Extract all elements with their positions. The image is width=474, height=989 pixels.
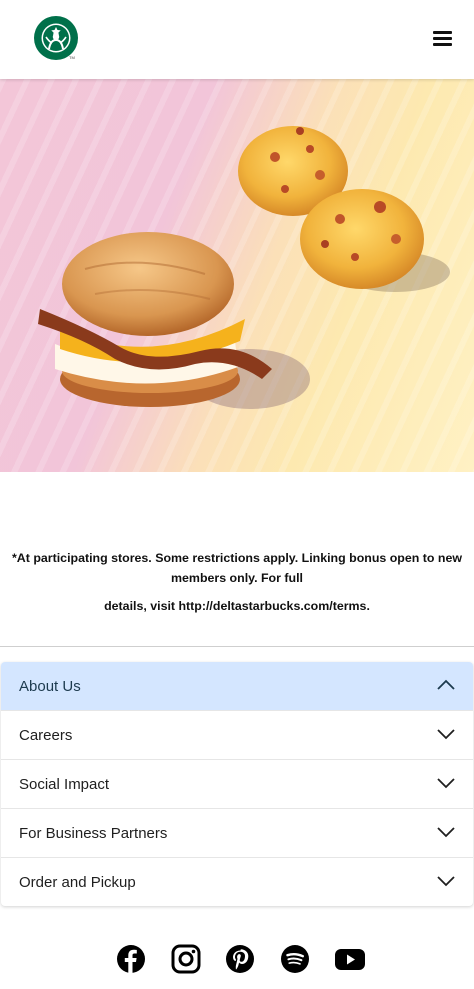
hero-image: [0, 79, 474, 472]
youtube-icon[interactable]: [334, 944, 366, 974]
disclaimer-text: *At participating stores. Some restricti…: [11, 551, 463, 585]
social-links: [0, 944, 474, 976]
chevron-down-icon[interactable]: [437, 826, 455, 838]
chevron-up-icon[interactable]: [437, 679, 455, 691]
facebook-icon[interactable]: [116, 944, 146, 974]
site-header: TM: [0, 0, 474, 79]
accordion-item-label: About Us: [19, 677, 81, 695]
section-divider: [0, 646, 474, 647]
accordion-item-label: For Business Partners: [19, 824, 168, 842]
starbucks-logo-icon[interactable]: TM: [33, 15, 79, 61]
breakfast-food-illustration: [38, 126, 450, 409]
egg-bite-image: [300, 189, 424, 289]
instagram-icon[interactable]: [171, 944, 201, 974]
accordion-item-careers[interactable]: Careers: [1, 711, 473, 760]
disclaimer-terms-link-text: details, visit http://deltastarbucks.com…: [104, 599, 370, 613]
chevron-down-icon[interactable]: [437, 728, 455, 740]
footer-nav-accordion: About Us Careers Social Impact For Busin…: [1, 662, 473, 906]
breakfast-sandwich-image: [38, 232, 272, 407]
accordion-item-label: Careers: [19, 726, 73, 744]
accordion-item-label: Social Impact: [19, 775, 110, 793]
accordion-item-social-impact[interactable]: Social Impact: [1, 760, 473, 809]
svg-text:TM: TM: [69, 55, 75, 60]
accordion-item-order-and-pickup[interactable]: Order and Pickup: [1, 858, 473, 906]
accordion-item-about-us[interactable]: About Us: [1, 662, 473, 711]
terms-disclaimer: *At participating stores. Some restricti…: [0, 548, 474, 616]
pinterest-icon[interactable]: [225, 944, 255, 974]
hamburger-menu-icon[interactable]: [428, 24, 458, 52]
chevron-down-icon[interactable]: [437, 875, 455, 887]
accordion-item-for-business-partners[interactable]: For Business Partners: [1, 809, 473, 858]
spotify-icon[interactable]: [280, 944, 310, 974]
chevron-down-icon[interactable]: [437, 777, 455, 789]
accordion-item-label: Order and Pickup: [19, 873, 136, 891]
